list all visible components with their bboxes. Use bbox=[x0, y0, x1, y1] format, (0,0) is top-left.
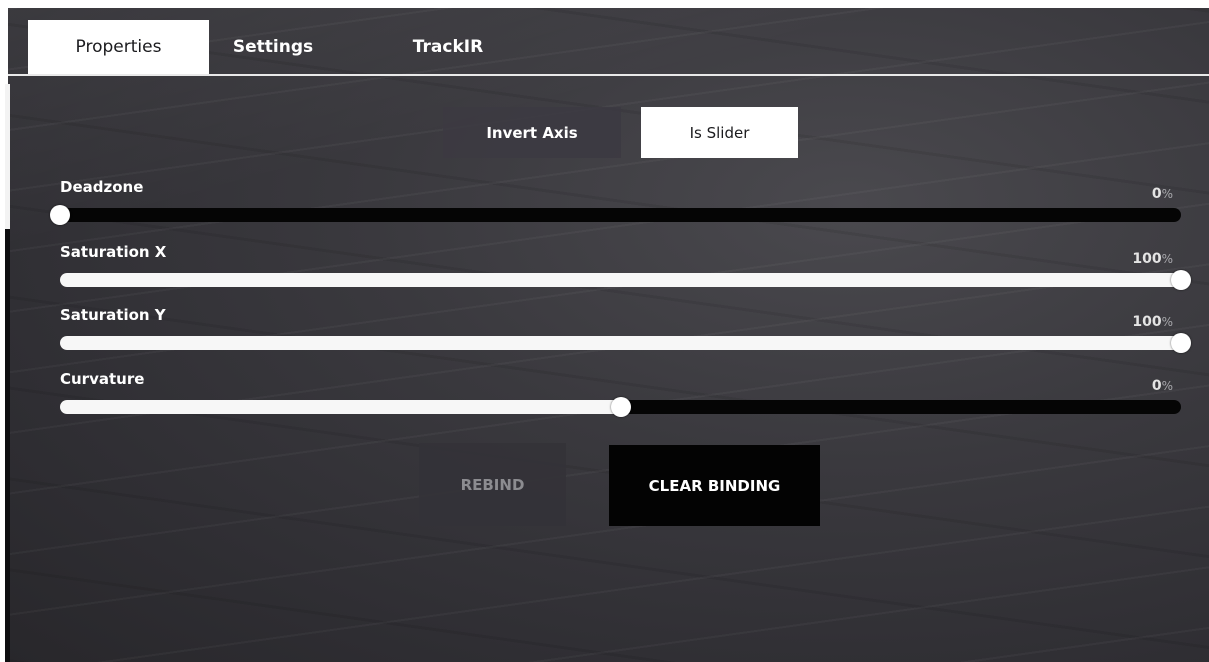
saturation-x-fill bbox=[60, 273, 1181, 287]
curvature-fill bbox=[60, 400, 621, 414]
deadzone-value-number: 0 bbox=[1151, 186, 1162, 202]
tab-bar: Properties Settings TrackIR bbox=[8, 8, 1209, 76]
invert-axis-toggle[interactable]: Invert Axis bbox=[443, 107, 621, 158]
curvature-thumb[interactable] bbox=[610, 397, 631, 417]
curvature-value: 0% bbox=[1152, 378, 1173, 394]
saturation-x-value: 100% bbox=[1132, 251, 1173, 267]
clear-binding-button[interactable]: CLEAR BINDING bbox=[609, 445, 820, 526]
deadzone-track[interactable] bbox=[50, 205, 1181, 225]
curvature-value-number: 0 bbox=[1151, 378, 1162, 394]
saturation-y-fill bbox=[60, 336, 1181, 350]
left-scroll-thumb[interactable] bbox=[5, 84, 10, 229]
saturation-y-value: 100% bbox=[1132, 314, 1173, 330]
deadzone-thumb[interactable] bbox=[50, 205, 70, 225]
deadzone-value: 0% bbox=[1152, 186, 1173, 202]
tab-settings[interactable]: Settings bbox=[218, 20, 328, 74]
saturation-x-track[interactable] bbox=[60, 270, 1191, 290]
tab-trackir[interactable]: TrackIR bbox=[398, 20, 498, 74]
saturation-y-track[interactable] bbox=[60, 333, 1191, 353]
is-slider-toggle[interactable]: Is Slider bbox=[641, 107, 798, 158]
saturation-y-label: Saturation Y bbox=[60, 306, 166, 324]
saturation-y-value-number: 100 bbox=[1132, 314, 1162, 330]
saturation-y-value-unit: % bbox=[1161, 315, 1173, 329]
curvature-label: Curvature bbox=[60, 370, 145, 388]
saturation-x-value-unit: % bbox=[1161, 252, 1173, 266]
curvature-value-unit: % bbox=[1161, 379, 1173, 393]
curvature-track[interactable] bbox=[60, 397, 1181, 417]
rebind-button[interactable]: REBIND bbox=[419, 443, 566, 526]
app-root: Properties Settings TrackIR Invert Axis … bbox=[0, 0, 1209, 662]
saturation-x-label: Saturation X bbox=[60, 243, 167, 261]
deadzone-label: Deadzone bbox=[60, 178, 144, 196]
saturation-y-thumb[interactable] bbox=[1171, 333, 1191, 353]
saturation-x-thumb[interactable] bbox=[1171, 270, 1191, 290]
deadzone-value-unit: % bbox=[1161, 187, 1173, 201]
saturation-x-value-number: 100 bbox=[1132, 251, 1162, 267]
tab-properties[interactable]: Properties bbox=[28, 20, 209, 74]
